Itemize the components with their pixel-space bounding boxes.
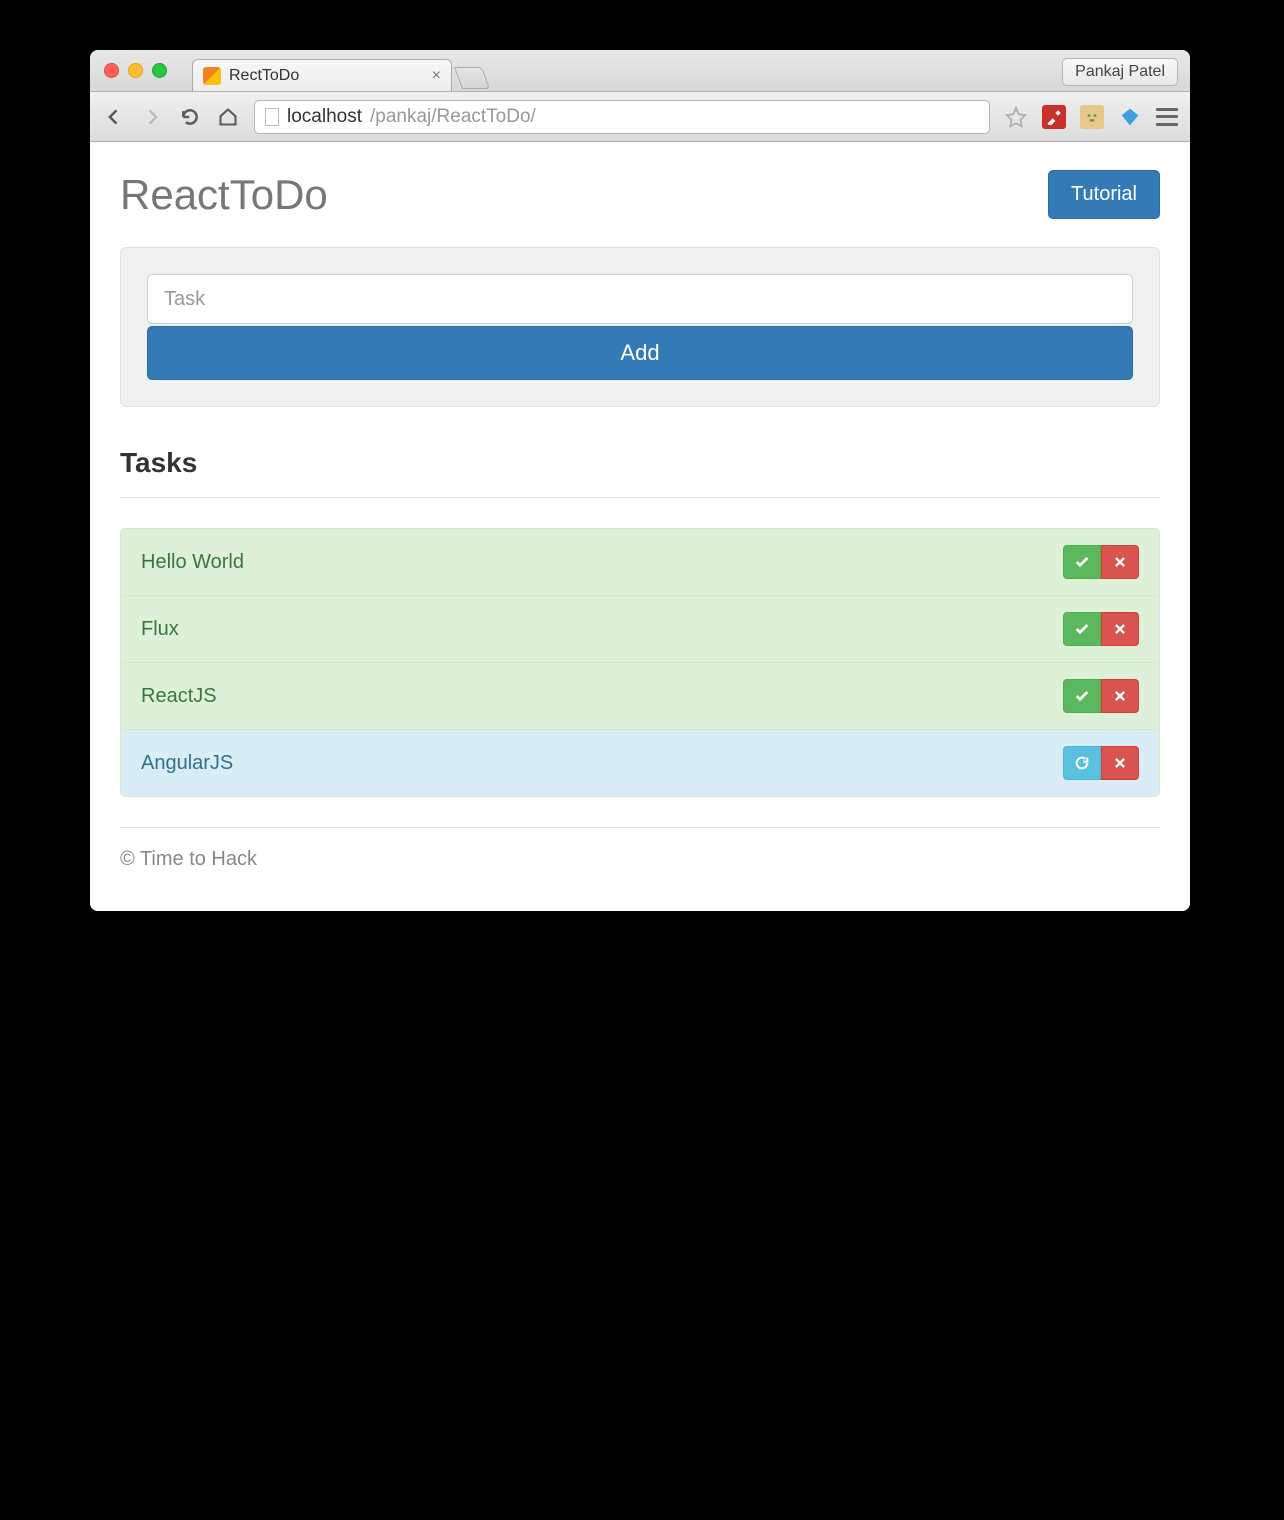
task-item: Flux — [121, 596, 1159, 663]
delete-button[interactable] — [1101, 746, 1139, 780]
footer-text: © Time to Hack — [120, 828, 1160, 871]
complete-button[interactable] — [1063, 612, 1101, 646]
close-icon — [1113, 555, 1127, 569]
traffic-lights — [104, 63, 167, 78]
task-input[interactable] — [147, 274, 1133, 324]
refresh-button[interactable] — [1063, 746, 1101, 780]
tab-title: RectToDo — [229, 67, 299, 85]
browser-toolbar: localhost/pankaj/ReactToDo/ — [90, 92, 1190, 142]
url-host: localhost — [287, 106, 362, 128]
add-task-panel: Add — [120, 247, 1160, 407]
delete-button[interactable] — [1101, 545, 1139, 579]
new-tab-button[interactable] — [454, 67, 490, 89]
delete-button[interactable] — [1101, 612, 1139, 646]
app-title: ReactToDo — [120, 171, 328, 219]
add-button[interactable]: Add — [147, 326, 1133, 380]
tab-favicon — [203, 67, 221, 85]
task-item: AngularJS — [121, 730, 1159, 796]
window-minimize-button[interactable] — [128, 63, 143, 78]
check-icon — [1074, 688, 1090, 704]
task-label: ReactJS — [141, 685, 217, 708]
complete-button[interactable] — [1063, 545, 1101, 579]
tasks-heading: Tasks — [120, 447, 1160, 479]
close-icon — [1113, 622, 1127, 636]
task-actions — [1063, 612, 1139, 646]
delete-button[interactable] — [1101, 679, 1139, 713]
task-item: Hello World — [121, 529, 1159, 596]
task-label: Hello World — [141, 551, 244, 574]
reload-button[interactable] — [178, 105, 202, 129]
window-titlebar: RectToDo × Pankaj Patel — [90, 50, 1190, 92]
task-actions — [1063, 746, 1139, 780]
extension-diamond-icon[interactable] — [1118, 105, 1142, 129]
forward-button[interactable] — [140, 105, 164, 129]
divider — [120, 497, 1160, 498]
task-label: AngularJS — [141, 752, 233, 775]
task-label: Flux — [141, 618, 179, 641]
address-bar[interactable]: localhost/pankaj/ReactToDo/ — [254, 100, 990, 134]
task-list: Hello World Flux ReactJS AngularJS — [120, 528, 1160, 797]
browser-tab[interactable]: RectToDo × — [192, 59, 452, 91]
page-content: ReactToDo Tutorial Add Tasks Hello World… — [90, 142, 1190, 911]
check-icon — [1074, 621, 1090, 637]
window-close-button[interactable] — [104, 63, 119, 78]
profile-button[interactable]: Pankaj Patel — [1062, 58, 1178, 86]
extension-wrench-icon[interactable] — [1042, 105, 1066, 129]
page-icon — [265, 108, 279, 126]
refresh-icon — [1074, 755, 1090, 771]
page-header: ReactToDo Tutorial — [120, 170, 1160, 219]
browser-window: RectToDo × Pankaj Patel localhost/pankaj… — [90, 50, 1190, 911]
complete-button[interactable] — [1063, 679, 1101, 713]
back-button[interactable] — [102, 105, 126, 129]
extension-face-icon[interactable] — [1080, 105, 1104, 129]
home-button[interactable] — [216, 105, 240, 129]
task-item: ReactJS — [121, 663, 1159, 730]
close-icon — [1113, 689, 1127, 703]
task-actions — [1063, 679, 1139, 713]
menu-button[interactable] — [1156, 108, 1178, 126]
tutorial-button[interactable]: Tutorial — [1048, 170, 1160, 219]
tab-close-button[interactable]: × — [432, 67, 441, 85]
check-icon — [1074, 554, 1090, 570]
url-path: /pankaj/ReactToDo/ — [370, 106, 536, 128]
close-icon — [1113, 756, 1127, 770]
task-actions — [1063, 545, 1139, 579]
bookmark-star-icon[interactable] — [1004, 105, 1028, 129]
window-zoom-button[interactable] — [152, 63, 167, 78]
